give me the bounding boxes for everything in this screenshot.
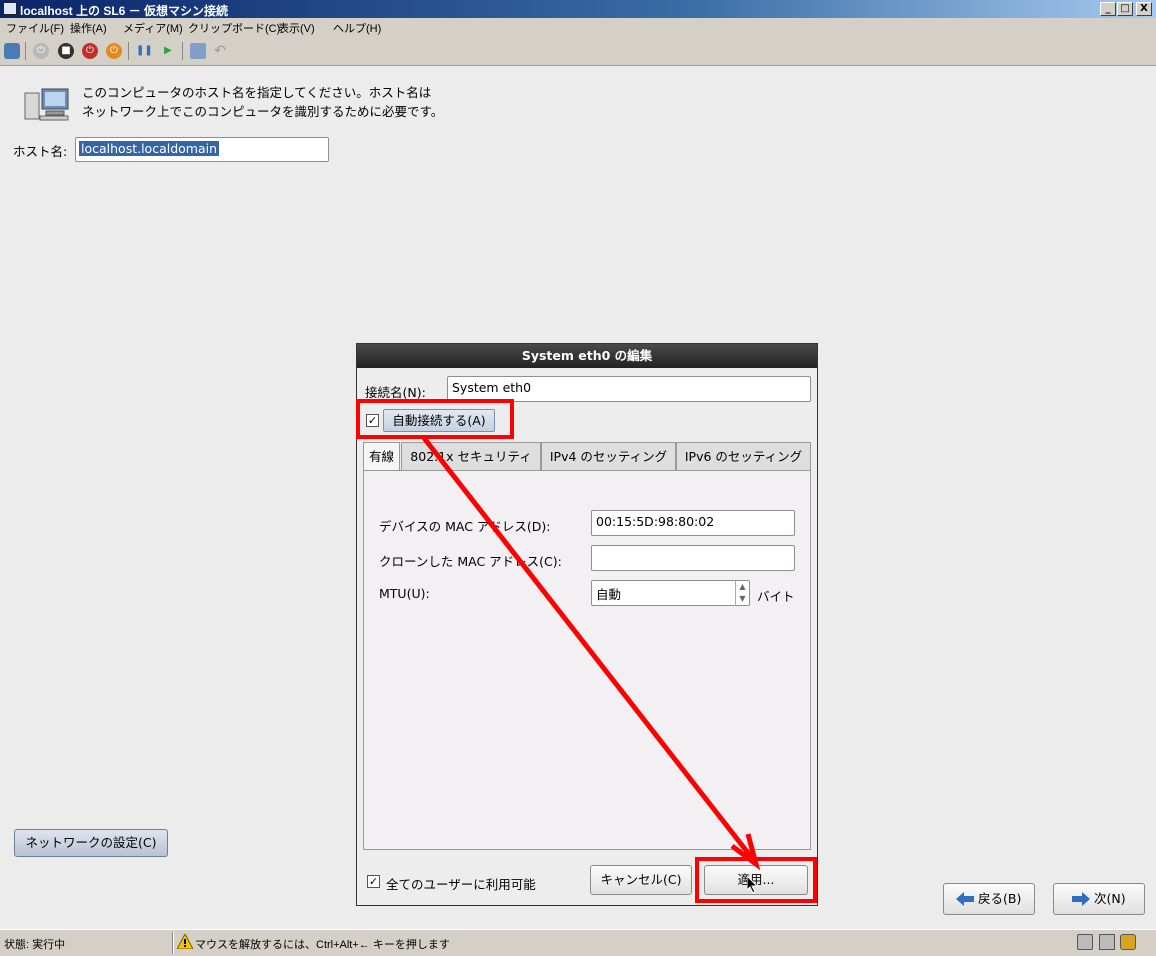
hostname-value: localhost.localdomain <box>79 141 220 156</box>
mac-address-input[interactable]: 00:15:5D:98:80:02 <box>591 510 795 536</box>
chevron-down-icon[interactable]: ▼ <box>736 593 749 605</box>
guest-screen: このコンピュータのホスト名を指定してください。ホスト名は ネットワーク上でこのコ… <box>0 67 1156 929</box>
mouse-release-message: マウスを解放するには、Ctrl+Alt+← キーを押します <box>195 939 450 951</box>
menubar: ファイル(F) 操作(A) メディア(M) クリップボード(C) 表示(V) ヘ… <box>0 18 1156 36</box>
hostname-label: ホスト名: <box>13 144 68 159</box>
annotation-box-autoconnect <box>356 399 514 439</box>
keyboard-icon <box>1077 934 1093 950</box>
cloned-mac-label: クローンした MAC アドレス(C): <box>379 554 562 569</box>
menu-action[interactable]: 操作(A) <box>70 20 107 36</box>
hostname-input[interactable]: localhost.localdomain <box>75 137 329 162</box>
maximize-button[interactable]: □ <box>1117 2 1133 16</box>
revert-icon[interactable]: ↶ <box>212 43 228 59</box>
menu-media[interactable]: メディア(M) <box>123 20 183 36</box>
lock-icon <box>1120 934 1136 950</box>
cloned-mac-input[interactable] <box>591 545 795 571</box>
statusbar: 状態: 実行中 マウスを解放するには、Ctrl+Alt+← キーを押します <box>0 929 1156 956</box>
network-computer-icon <box>24 88 69 121</box>
mouse-icon <box>1099 934 1115 950</box>
cancel-button[interactable]: キャンセル(C) <box>590 865 692 895</box>
ctrl-alt-del-icon[interactable] <box>4 43 20 59</box>
arrow-right-icon <box>1072 892 1090 906</box>
pause-icon[interactable]: ❚❚ <box>136 43 153 59</box>
mac-address-label: デバイスの MAC アドレス(D): <box>379 519 551 534</box>
statusbar-separator <box>172 932 174 954</box>
mtu-label: MTU(U): <box>379 586 430 601</box>
turnoff-icon[interactable]: ■ <box>58 43 74 59</box>
tab-wired[interactable]: 有線 <box>363 442 400 472</box>
all-users-checkbox[interactable]: ✓ <box>367 875 380 888</box>
arrow-left-icon <box>956 892 974 906</box>
mouse-cursor-icon <box>747 876 759 894</box>
chevron-up-icon[interactable]: ▲ <box>736 581 749 593</box>
toolbar: ⏻ ■ ⏻ ⏻ ❚❚ ▶ ↶ <box>0 36 1156 66</box>
mtu-unit: バイト <box>757 589 795 604</box>
toolbar-separator <box>25 42 26 60</box>
menu-file[interactable]: ファイル(F) <box>6 20 64 36</box>
minimize-button[interactable]: _ <box>1100 2 1116 16</box>
tab-ipv6-settings[interactable]: IPv6 のセッティング <box>676 442 811 470</box>
tab-ipv4-settings[interactable]: IPv4 のセッティング <box>541 442 676 470</box>
description-line-2: ネットワーク上でこのコンピュータを識別するために必要です。 <box>82 104 444 119</box>
toolbar-separator <box>128 42 129 60</box>
description-line-1: このコンピュータのホスト名を指定してください。ホスト名は <box>82 85 432 100</box>
network-settings-button[interactable]: ネットワークの設定(C) <box>14 829 168 857</box>
mtu-spin-buttons[interactable]: ▲ ▼ <box>735 581 749 606</box>
tab-8021x-security[interactable]: 802.1x セキュリティ <box>401 442 541 470</box>
next-button[interactable]: 次(N) <box>1053 883 1145 915</box>
vm-connection-icon <box>3 2 17 15</box>
menu-view[interactable]: 表示(V) <box>278 20 315 36</box>
mtu-spinbox[interactable]: 自動 <box>591 580 750 606</box>
start-icon[interactable]: ⏻ <box>33 43 49 59</box>
next-button-label: 次(N) <box>1094 891 1126 906</box>
reset-icon[interactable]: ▶ <box>160 43 176 59</box>
toolbar-separator <box>182 42 183 60</box>
hostname-description: このコンピュータのホスト名を指定してください。ホスト名は ネットワーク上でこのコ… <box>82 83 443 121</box>
close-button[interactable]: X <box>1136 2 1152 16</box>
save-icon[interactable]: ⏻ <box>106 43 122 59</box>
shutdown-icon[interactable]: ⏻ <box>82 43 98 59</box>
menu-clipboard[interactable]: クリップボード(C) <box>188 20 280 36</box>
dialog-title: System eth0 の編集 <box>357 344 817 368</box>
vm-state: 状態: 実行中 <box>4 939 66 951</box>
back-button[interactable]: 戻る(B) <box>943 883 1035 915</box>
warning-icon <box>177 934 193 949</box>
window-titlebar: localhost 上の SL6 － 仮想マシン接続 _ □ X <box>0 0 1156 18</box>
window-title: localhost 上の SL6 － 仮想マシン接続 <box>20 4 229 18</box>
all-users-label: 全てのユーザーに利用可能 <box>386 877 536 892</box>
back-button-label: 戻る(B) <box>978 891 1022 906</box>
snapshot-icon[interactable] <box>190 43 206 59</box>
menu-help[interactable]: ヘルプ(H) <box>333 20 381 36</box>
